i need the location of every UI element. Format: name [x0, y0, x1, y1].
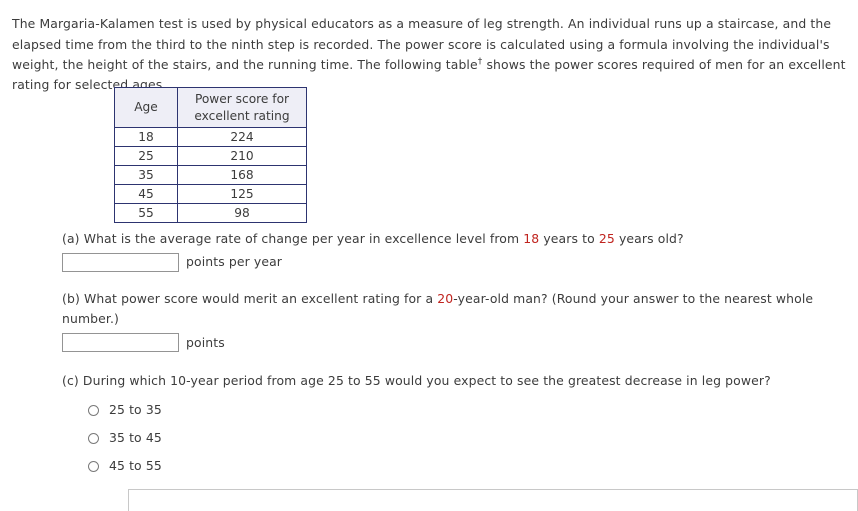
power-score-table-wrapper: Age Power score for excellent rating 18 …: [114, 87, 307, 223]
option-45-to-55[interactable]: 45 to 55: [88, 452, 842, 480]
table-row: 25 210: [114, 146, 307, 166]
cell-score: 210: [177, 146, 307, 166]
question-a-highlight-1: 18: [523, 231, 540, 246]
cell-age: 25: [114, 146, 178, 166]
question-a-answer-unit: points per year: [186, 254, 283, 270]
table-row: 55 98: [114, 203, 307, 223]
cell-age: 35: [114, 165, 178, 185]
radio-icon[interactable]: [88, 404, 99, 416]
question-a-prompt: (a) What is the average rate of change p…: [62, 229, 832, 249]
question-a-text-2: years to: [539, 231, 599, 246]
question-a-answer-row: points per year: [62, 252, 832, 272]
question-b-text-1: What power score would merit an excellen…: [79, 291, 438, 306]
column-header-age: Age: [114, 87, 178, 128]
table-header: Age Power score for excellent rating: [114, 87, 307, 128]
option-label: 35 to 45: [109, 430, 162, 446]
column-header-power-score: Power score for excellent rating: [177, 87, 307, 128]
problem-statement: The Margaria-Kalamen test is used by phy…: [12, 14, 846, 95]
cell-score: 168: [177, 165, 307, 185]
option-label: 25 to 35: [109, 402, 162, 418]
question-a-answer-input[interactable]: [62, 252, 179, 272]
power-score-table: Age Power score for excellent rating 18 …: [114, 87, 307, 223]
table-row: 35 168: [114, 165, 307, 185]
bottom-partial-input-field[interactable]: [128, 489, 858, 511]
question-a: (a) What is the average rate of change p…: [62, 229, 832, 273]
option-label: 45 to 55: [109, 458, 162, 474]
question-c-text-1: During which 10-year period from age 25 …: [78, 373, 771, 388]
option-25-to-35[interactable]: 25 to 35: [88, 396, 842, 424]
option-35-to-45[interactable]: 35 to 45: [88, 424, 842, 452]
question-c-label: (c): [62, 373, 79, 388]
cell-score: 224: [177, 127, 307, 147]
question-b-answer-row: points: [62, 333, 822, 353]
question-b-answer-input[interactable]: [62, 333, 179, 353]
table-body: 18 224 25 210 35 168 45 125 55 98: [114, 127, 307, 223]
cell-score: 98: [177, 203, 307, 223]
cell-score: 125: [177, 184, 307, 204]
table-header-row: Age Power score for excellent rating: [114, 87, 307, 128]
question-c: (c) During which 10-year period from age…: [62, 371, 842, 480]
question-b-label: (b): [62, 291, 80, 306]
table-row: 45 125: [114, 184, 307, 204]
radio-icon[interactable]: [88, 460, 99, 472]
question-b-highlight-1: 20: [437, 291, 454, 306]
table-row: 18 224: [114, 127, 307, 147]
problem-page: The Margaria-Kalamen test is used by phy…: [0, 0, 858, 511]
question-a-text-1: What is the average rate of change per y…: [79, 231, 524, 246]
question-c-options: 25 to 35 35 to 45 45 to 55: [88, 396, 842, 480]
cell-age: 45: [114, 184, 178, 204]
question-a-text-3: years old?: [614, 231, 684, 246]
question-a-highlight-2: 25: [598, 231, 615, 246]
question-b-answer-unit: points: [186, 334, 225, 350]
cell-age: 55: [114, 203, 178, 223]
question-a-label: (a): [62, 231, 80, 246]
question-b: (b) What power score would merit an exce…: [62, 289, 822, 353]
question-c-prompt: (c) During which 10-year period from age…: [62, 371, 842, 391]
cell-age: 18: [114, 127, 178, 147]
radio-icon[interactable]: [88, 432, 99, 444]
question-b-prompt: (b) What power score would merit an exce…: [62, 289, 822, 330]
